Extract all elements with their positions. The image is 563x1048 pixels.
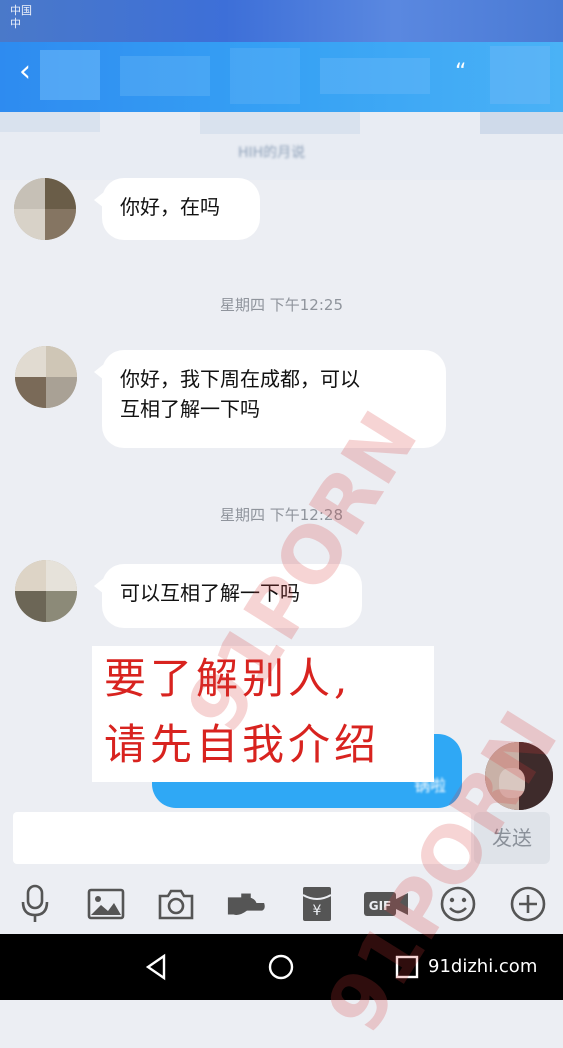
menu-icon[interactable]: “ <box>455 60 466 85</box>
nav-home-icon[interactable] <box>266 952 296 982</box>
gif-icon[interactable]: GIF <box>362 884 410 924</box>
system-nav-bar: 91dizhi.com <box>0 934 563 1000</box>
carrier-label: 中国 中 <box>10 4 32 30</box>
nav-recents-icon[interactable] <box>392 952 422 982</box>
message-bubble[interactable]: 可以互相了解一下吗 <box>94 564 362 628</box>
avatar[interactable] <box>15 560 77 622</box>
chat-subheader: HIH的月说 <box>0 112 563 180</box>
timestamp: 星期四 下午12:28 <box>220 506 343 524</box>
message-text-line: 互相了解一下吗 <box>120 397 260 421</box>
timestamp: 星期四 下午12:25 <box>220 296 343 314</box>
emoji-icon[interactable] <box>438 884 478 924</box>
gift-envelope-icon[interactable]: ¥ <box>297 884 337 924</box>
watermark-site-label: 91dizhi.com <box>428 956 538 977</box>
chat-title-bar: ‹ “ <box>0 42 563 112</box>
message-input[interactable] <box>13 812 471 864</box>
red-packet-hand-icon[interactable] <box>226 884 266 924</box>
image-icon[interactable] <box>86 884 126 924</box>
annotation-overlay: 要了解别人, 请先自我介绍 <box>92 646 434 782</box>
camera-icon[interactable] <box>156 884 196 924</box>
microphone-icon[interactable] <box>15 884 55 924</box>
back-arrow-icon[interactable]: ‹ <box>10 54 40 94</box>
message-bubble[interactable]: 你好，我下周在成都，可以 互相了解一下吗 <box>94 350 446 448</box>
svg-text:¥: ¥ <box>313 903 322 919</box>
message-text: 可以互相了解一下吗 <box>120 581 300 605</box>
avatar[interactable] <box>14 178 76 240</box>
my-avatar[interactable] <box>485 742 553 810</box>
input-toolbar: ¥ GIF <box>0 876 563 934</box>
annotation-line: 请先自我介绍 <box>104 720 381 769</box>
chat-subtitle: HIH的月说 <box>238 145 306 161</box>
message-text-line: 你好，我下周在成都，可以 <box>120 367 360 391</box>
message-bubble[interactable]: 你好，在吗 <box>94 178 260 240</box>
plus-icon[interactable] <box>508 884 548 924</box>
annotation-line: 要了解别人, <box>104 654 352 703</box>
message-text: 你好，在吗 <box>120 195 220 219</box>
status-bar: 中国 中 <box>0 0 563 42</box>
avatar[interactable] <box>15 346 77 408</box>
nav-back-icon[interactable] <box>142 952 172 982</box>
gif-label: GIF <box>369 899 392 913</box>
send-button[interactable]: 发送 <box>474 812 550 864</box>
